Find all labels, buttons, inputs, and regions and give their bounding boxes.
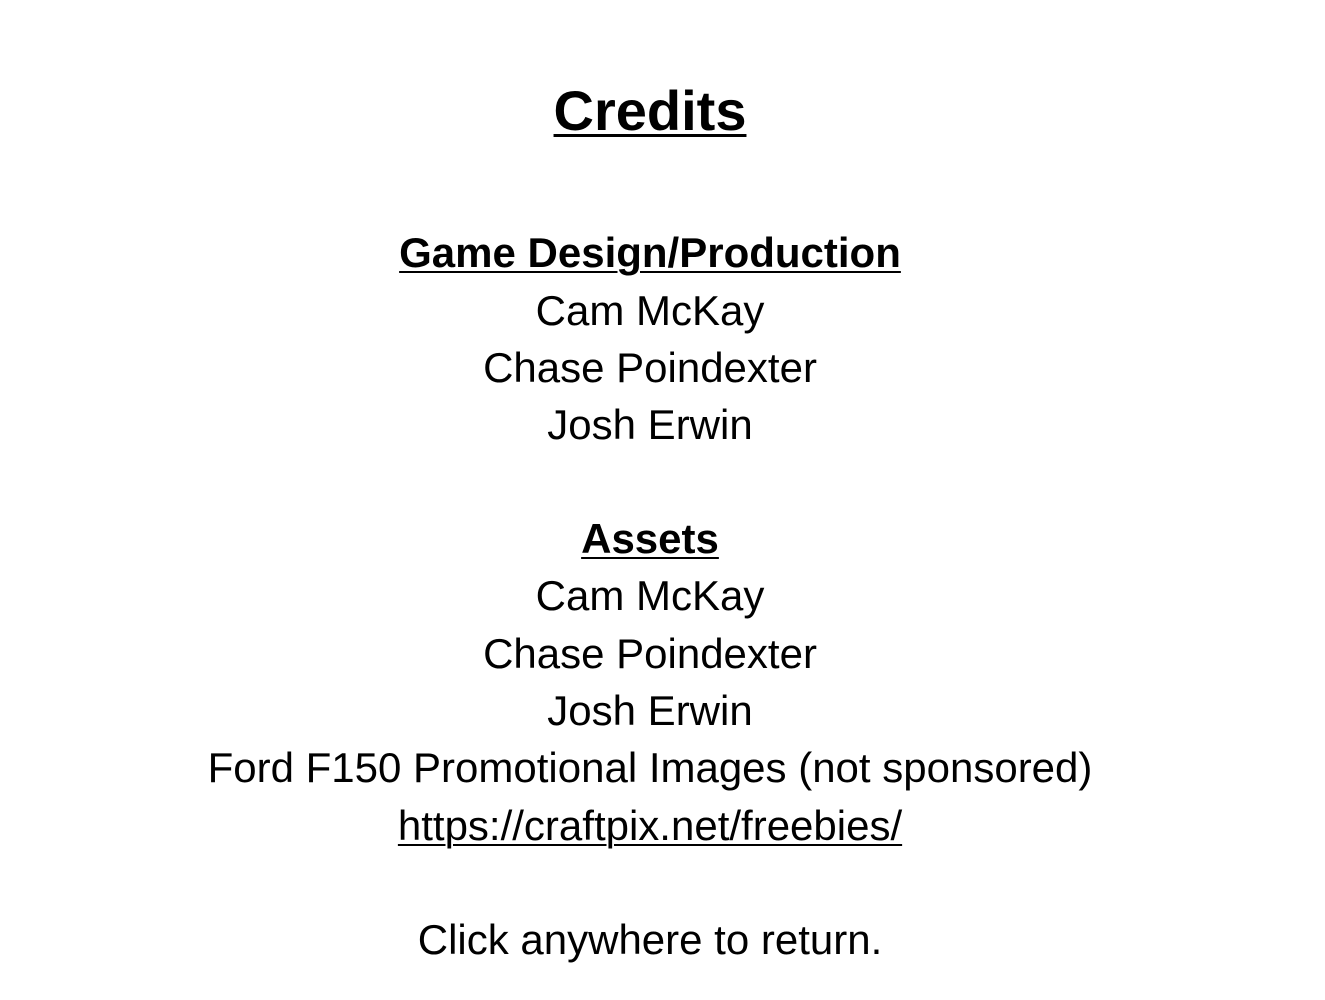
credit-entry: Ford F150 Promotional Images (not sponso… (207, 744, 1093, 791)
return-instruction: Click anywhere to return. (417, 916, 883, 963)
credit-entry: Cam McKay (535, 572, 765, 619)
credits-screen[interactable]: Credits Game Design/Production Cam McKay… (0, 0, 1300, 1000)
craftpix-link[interactable]: https://craftpix.net/freebies/ (0, 802, 1300, 850)
section-heading-assets: Assets (581, 515, 719, 562)
credit-entry: Cam McKay (535, 287, 765, 334)
credit-entry: Chase Poindexter (483, 344, 817, 391)
section-heading-game-design: Game Design/Production (399, 229, 901, 276)
credits-title: Credits (553, 79, 747, 142)
credit-entry: Chase Poindexter (483, 630, 817, 677)
credit-entry: Josh Erwin (547, 401, 753, 448)
credit-entry: Josh Erwin (547, 687, 753, 734)
